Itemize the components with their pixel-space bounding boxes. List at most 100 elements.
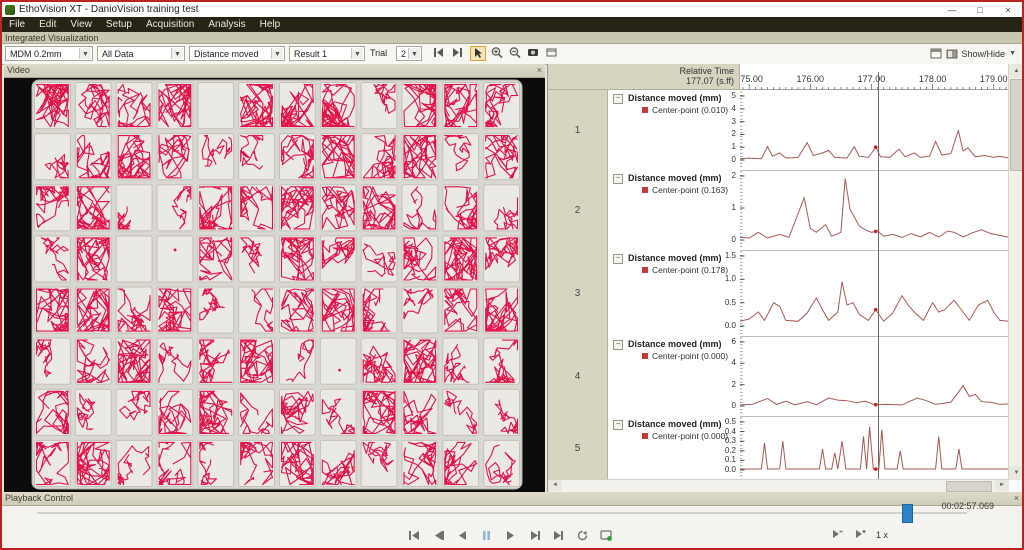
menu-help[interactable]: Help [253,17,288,32]
scrollbar-thumb[interactable] [946,481,992,492]
chart-row-2[interactable] [740,170,1009,250]
chart-row-5[interactable] [740,416,1009,480]
zoom-in-icon[interactable] [490,46,506,61]
minimize-button[interactable]: — [938,5,966,15]
data-dropdown[interactable]: All Data▼ [97,46,185,61]
well [198,338,234,384]
y-tick-label: 0.2 [704,446,736,455]
well [361,236,397,282]
menu-file[interactable]: File [2,17,32,32]
well [443,287,479,333]
snapshot-icon[interactable] [526,46,542,61]
menu-acquisition[interactable]: Acquisition [139,17,201,32]
well [484,134,520,180]
collapse-icon[interactable]: − [613,94,623,104]
measure-dropdown[interactable]: Distance moved▼ [189,46,285,61]
menu-analysis[interactable]: Analysis [201,17,252,32]
close-icon[interactable]: × [537,64,542,77]
step-back-button[interactable] [430,528,447,542]
well [443,389,479,435]
well [116,338,152,384]
y-tick-label: 0.3 [704,436,736,445]
well [280,83,316,129]
scroll-up-icon[interactable]: ▲ [1009,64,1024,78]
timeline-track[interactable] [37,512,967,514]
horizontal-scrollbar[interactable]: ◄ ► [548,479,1009,492]
zoom-out-icon[interactable] [508,46,524,61]
collapse-icon[interactable]: − [613,420,623,430]
chart-row-3[interactable] [740,250,1009,336]
menu-setup[interactable]: Setup [99,17,139,32]
show-hide-control[interactable]: Show/Hide ▼ [930,46,1016,61]
play-reverse-button[interactable] [454,528,471,542]
detach-icon[interactable] [545,46,561,61]
well [484,236,520,282]
trial-dropdown[interactable]: 2▼ [396,46,422,61]
playback-speed-controls: 1 x [830,528,888,542]
y-tick-label: 4 [704,358,736,367]
speed-down-button[interactable] [830,528,844,542]
relative-time-value: 177.07 (s.ff) [548,76,734,86]
well-plate-video[interactable] [4,78,545,492]
well [75,287,111,333]
toolbar: Trial 2▼ Show/Hide ▼ MDM 0.2mm▼All Data▼… [2,44,1022,65]
well [320,185,356,231]
well [320,236,356,282]
timeline-thumb[interactable] [902,504,913,523]
well [280,185,316,231]
scroll-left-icon[interactable]: ◄ [548,480,562,491]
chevron-down-icon: ▼ [1009,50,1016,57]
time-cursor-line[interactable] [878,72,879,480]
result-dropdown[interactable]: Result 1▼ [289,46,365,61]
y-tick-label: 1.5 [704,251,736,260]
select-cursor-icon[interactable] [470,46,486,61]
playback-panel-title: Playback Control [5,493,73,503]
well [116,440,152,486]
well [198,236,234,282]
viz-header: Relative Time 177.07 (s.ff) 175.00176.00… [548,64,1024,90]
svg-text:177.00: 177.00 [858,74,886,84]
menu-view[interactable]: View [63,17,99,32]
collapse-icon[interactable]: − [613,340,623,350]
chevron-down-icon: ▼ [171,48,183,59]
well [402,185,438,231]
scrollbar-thumb[interactable] [1010,79,1024,171]
step-forward-button[interactable] [526,528,543,542]
well [198,83,234,129]
go-to-end-icon[interactable] [450,46,466,61]
collapse-icon[interactable]: − [613,174,623,184]
collapse-icon[interactable]: − [613,254,623,264]
y-tick-label: 2 [704,171,736,180]
scroll-down-icon[interactable]: ▼ [1009,466,1024,480]
well [239,440,275,486]
scroll-right-icon[interactable]: ► [995,480,1009,491]
svg-text:176.00: 176.00 [797,74,825,84]
well [320,83,356,129]
well [443,134,479,180]
play-button[interactable] [502,528,519,542]
go-to-start-button[interactable] [406,528,423,542]
speed-up-button[interactable] [853,528,867,542]
app-window: EthoVision XT - DanioVision training tes… [0,0,1024,550]
chart-row-4[interactable] [740,336,1009,416]
go-to-start-icon[interactable] [432,46,448,61]
well [361,287,397,333]
pause-button[interactable] [478,528,495,542]
menu-edit[interactable]: Edit [32,17,63,32]
close-icon[interactable]: × [1014,492,1019,505]
maximize-button[interactable]: □ [966,5,994,15]
y-tick-label: 1 [704,203,736,212]
go-to-end-button[interactable] [550,528,567,542]
close-button[interactable]: × [994,5,1022,15]
chart-row-1[interactable] [740,90,1009,170]
legend-swatch [642,353,648,359]
screen-capture-button[interactable] [598,528,615,542]
well [484,389,520,435]
loop-button[interactable] [574,528,591,542]
vertical-scrollbar[interactable]: ▲ ▼ [1008,64,1024,480]
panels-icon [946,48,958,59]
integrated-visualization-bar: Integrated Visualization [2,32,1022,44]
well [157,338,193,384]
well [402,338,438,384]
profile-dropdown[interactable]: MDM 0.2mm▼ [5,46,93,61]
